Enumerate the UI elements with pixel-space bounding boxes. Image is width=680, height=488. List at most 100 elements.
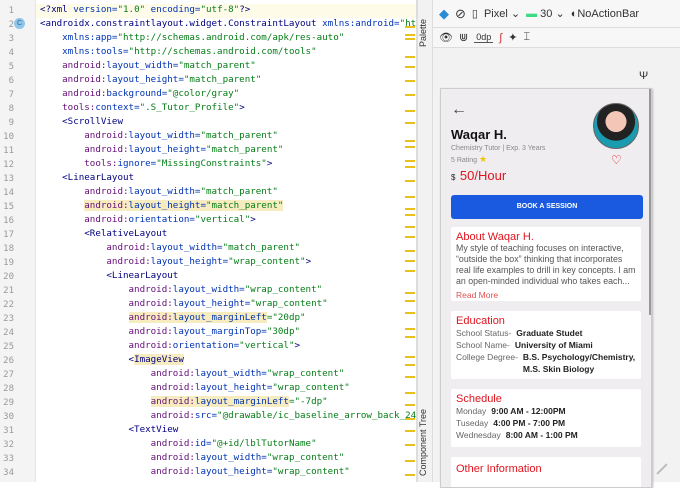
warning-marker[interactable] [405, 300, 415, 302]
education-row: College Degree- B.S. Psychology/Chemistry… [456, 351, 636, 375]
warning-marker[interactable] [405, 418, 415, 420]
resize-handle[interactable] [656, 463, 668, 475]
code-line[interactable]: <ImageView [40, 354, 184, 368]
code-line[interactable]: tools:context=".S_Tutor_Profile"> [40, 102, 245, 116]
code-line[interactable]: <TextView [40, 424, 179, 438]
preview-scrollbar[interactable] [649, 89, 651, 315]
heart-icon[interactable]: ♡ [611, 153, 622, 167]
code-line[interactable]: xmlns:app="http://schemas.android.com/ap… [40, 32, 344, 46]
code-line[interactable]: <LinearLayout [40, 172, 134, 186]
warning-marker[interactable] [405, 250, 415, 252]
warning-marker[interactable] [405, 146, 415, 148]
error-stripe[interactable] [404, 0, 416, 482]
line-number: 7 [8, 90, 14, 100]
code-line[interactable]: android:layout_width="match_parent" [40, 186, 278, 200]
android-icon: ▬ [526, 8, 538, 20]
warning-marker[interactable] [405, 404, 415, 406]
warning-marker[interactable] [405, 80, 415, 82]
warning-marker[interactable] [405, 364, 415, 366]
code-line[interactable]: android:layout_height="wrap_content"> [40, 256, 311, 270]
warning-marker[interactable] [405, 236, 415, 238]
warning-marker[interactable] [405, 38, 415, 40]
warning-marker[interactable] [405, 180, 415, 182]
warning-marker[interactable] [405, 160, 415, 162]
code-line[interactable]: <LinearLayout [40, 270, 178, 284]
warning-marker[interactable] [405, 122, 415, 124]
warning-marker[interactable] [405, 140, 415, 142]
code-line[interactable]: android:layout_width="match_parent" [40, 130, 278, 144]
warning-marker[interactable] [405, 328, 415, 330]
code-line[interactable]: <androidx.constraintlayout.widget.Constr… [40, 18, 416, 32]
infer-constraints-icon[interactable]: ✦ [508, 31, 517, 44]
warning-marker[interactable] [405, 292, 415, 294]
magnet-icon[interactable]: ⋓ [459, 31, 468, 44]
warning-marker[interactable] [405, 392, 415, 394]
layers-icon[interactable]: ◆ [439, 6, 449, 22]
code-line[interactable]: android:id="@+id/lblTutorName" [40, 438, 317, 452]
default-margin-button[interactable]: 0dp [474, 32, 494, 43]
class-badge-icon[interactable]: C [14, 18, 25, 29]
phone-preview[interactable]: ← Waqar H. Chemistry Tutor | Exp. 3 Year… [440, 88, 652, 488]
code-line[interactable]: android:orientation="vertical"> [40, 340, 301, 354]
warning-marker[interactable] [405, 94, 415, 96]
code-token: layout_width= [150, 242, 223, 253]
warning-marker[interactable] [405, 66, 415, 68]
code-line[interactable]: android:layout_height="wrap_content" [40, 466, 350, 480]
warning-marker[interactable] [405, 270, 415, 272]
code-line[interactable]: android:layout_marginTop="30dp" [40, 326, 301, 340]
theme-dropdown[interactable]: ◐NoActionBar [571, 8, 639, 20]
warning-marker[interactable] [405, 460, 415, 462]
warning-marker[interactable] [405, 110, 415, 112]
code-line[interactable]: android:layout_width="wrap_content" [40, 368, 345, 382]
code-line[interactable]: tools:ignore="MissingConstraints"> [40, 158, 272, 172]
api-dropdown[interactable]: ▬ 30 ⌄ [526, 7, 565, 20]
code-line[interactable]: android:layout_width="match_parent" [40, 242, 300, 256]
palette-tab[interactable]: Palette [418, 8, 433, 58]
warning-marker[interactable] [405, 226, 415, 228]
warning-marker[interactable] [405, 196, 415, 198]
code-line[interactable]: android:layout_height="wrap_content" [40, 298, 328, 312]
warning-marker[interactable] [405, 376, 415, 378]
wrench-icon[interactable]: Ψ [639, 70, 648, 82]
warning-marker[interactable] [405, 474, 415, 476]
code-line[interactable]: android:layout_width="wrap_content" [40, 284, 323, 298]
code-line[interactable]: android:layout_width="match_parent" [40, 60, 256, 74]
education-value: B.S. Psychology/Chemistry, M.S. Skin Bio… [522, 352, 636, 374]
code-line[interactable]: android:background="@color/gray" [40, 88, 239, 102]
warning-marker[interactable] [405, 34, 415, 36]
code-line[interactable]: android:src="@drawable/ic_baseline_arrow… [40, 410, 416, 424]
code-line[interactable]: android:orientation="vertical"> [40, 214, 256, 228]
code-line[interactable]: android:layout_width="wrap_content" [40, 452, 345, 466]
warning-marker[interactable] [405, 430, 415, 432]
warning-marker[interactable] [405, 166, 415, 168]
code-line[interactable]: <RelativeLayout [40, 228, 167, 242]
code-line[interactable]: android:layout_marginLeft="20dp" [40, 312, 306, 326]
warning-marker[interactable] [405, 336, 415, 338]
warning-marker[interactable] [405, 26, 415, 28]
book-session-button[interactable]: BOOK A SESSION [451, 195, 643, 219]
warning-marker[interactable] [405, 56, 415, 58]
warning-marker[interactable] [405, 260, 415, 262]
back-arrow-icon[interactable]: ← [451, 101, 467, 119]
code-line[interactable]: <ScrollView [40, 116, 123, 130]
code-line[interactable]: android:layout_height="match_parent" [40, 200, 284, 214]
component-tree-tab[interactable]: Component Tree [418, 405, 433, 480]
code-line[interactable]: android:layout_height="match_parent" [40, 74, 261, 88]
warning-marker[interactable] [405, 312, 415, 314]
clear-constraints-icon[interactable]: ∫ [499, 32, 502, 44]
code-line[interactable]: android:layout_height="match_parent" [40, 144, 283, 158]
warning-marker[interactable] [405, 356, 415, 358]
device-dropdown[interactable]: Pixel ⌄ [484, 7, 520, 20]
warning-marker[interactable] [405, 444, 415, 446]
orientation-icon[interactable]: ⊘ [455, 6, 466, 22]
code-line[interactable]: xmlns:tools="http://schemas.android.com/… [40, 46, 316, 60]
warning-marker[interactable] [405, 214, 415, 216]
code-line[interactable]: <?xml version="1.0" encoding="utf-8"?> [36, 4, 416, 18]
code-line[interactable]: android:layout_height="wrap_content" [40, 382, 350, 396]
guidelines-icon[interactable]: ⌶ [523, 31, 530, 44]
code-line[interactable]: android:layout_marginLeft="-7dp" [40, 396, 328, 410]
read-more-link[interactable]: Read More [456, 290, 636, 300]
code-editor[interactable]: 1 2 3 4 5 6 7 8 9 10 11 12 13 14 15 16 17 18 19 20 21 22 23 24 2… [0, 0, 416, 482]
eye-icon[interactable]: 👁 [439, 31, 453, 44]
warning-marker[interactable] [405, 208, 415, 210]
